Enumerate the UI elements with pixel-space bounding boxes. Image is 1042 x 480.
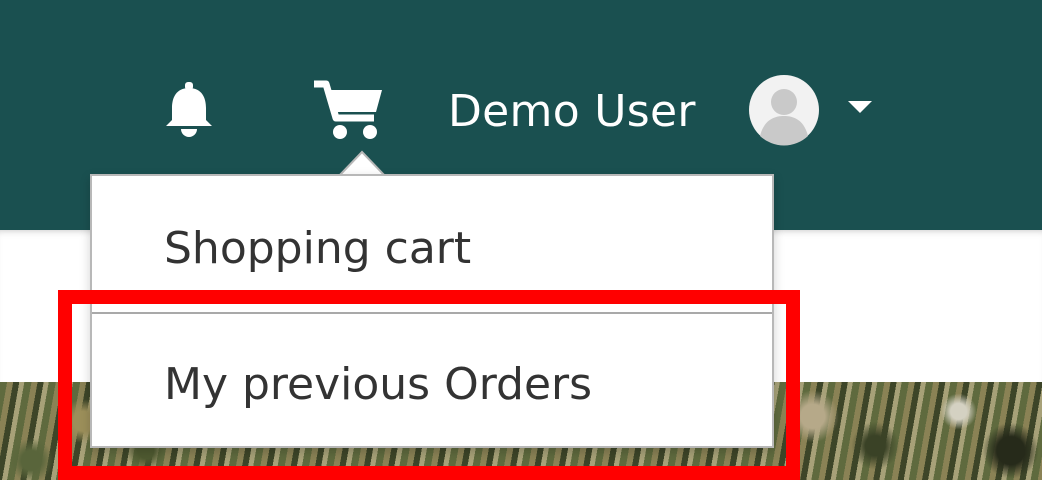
menu-item-previous-orders[interactable]: My previous Orders [92, 350, 772, 420]
menu-divider [92, 312, 772, 314]
bell-icon[interactable] [162, 82, 216, 138]
menu-item-shopping-cart[interactable]: Shopping cart [92, 214, 772, 284]
shopping-cart-icon[interactable] [312, 78, 386, 142]
user-name[interactable]: Demo User [448, 82, 696, 142]
caret-down-icon[interactable] [846, 99, 874, 115]
user-avatar-icon[interactable] [748, 74, 820, 146]
cart-dropdown-menu: Shopping cart My previous Orders [90, 174, 774, 448]
